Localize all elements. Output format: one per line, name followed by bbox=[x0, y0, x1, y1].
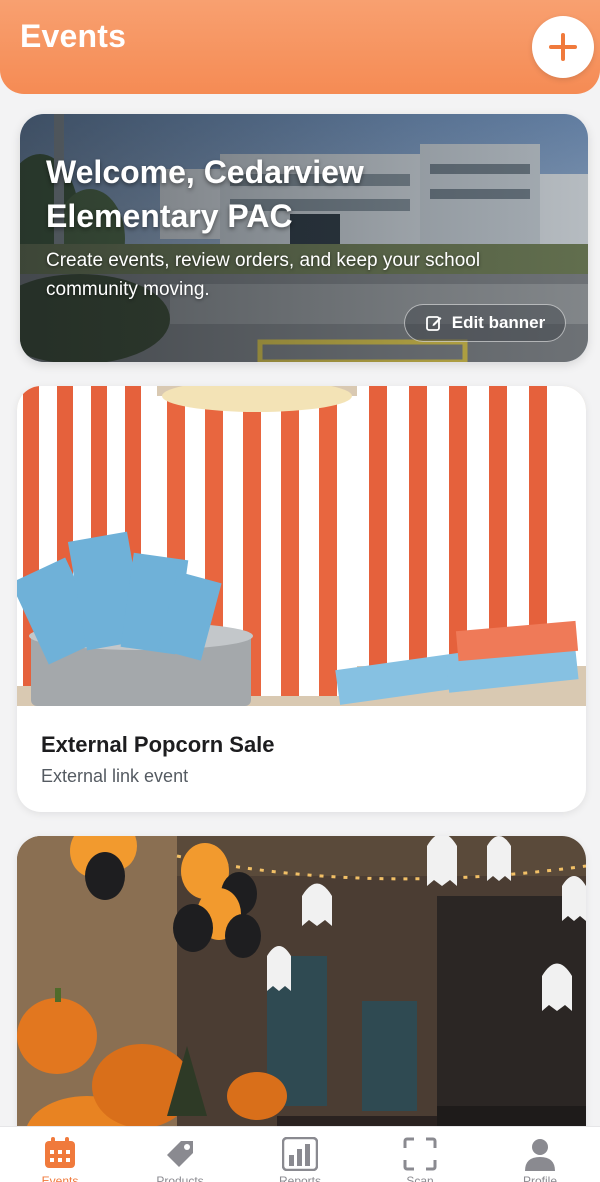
bar-chart-icon bbox=[282, 1137, 318, 1171]
nav-label-scan: Scan bbox=[406, 1174, 434, 1182]
nav-item-events[interactable]: Events bbox=[0, 1127, 120, 1182]
nav-item-reports[interactable]: Reports bbox=[240, 1127, 360, 1182]
nav-label-products: Products bbox=[156, 1174, 204, 1182]
person-icon bbox=[525, 1139, 555, 1171]
popcorn-tickets-photo bbox=[17, 386, 586, 706]
banner-subtitle: Create events, review orders, and keep y… bbox=[46, 250, 481, 300]
add-event-button[interactable] bbox=[532, 16, 594, 78]
tag-icon bbox=[167, 1141, 193, 1167]
event-card[interactable] bbox=[17, 836, 586, 1166]
welcome-banner: Welcome, Cedarview Elementary PAC Create… bbox=[20, 114, 588, 362]
nav-item-profile[interactable]: Profile bbox=[480, 1127, 600, 1182]
nav-label-profile: Profile bbox=[522, 1174, 557, 1182]
nav-label-reports: Reports bbox=[278, 1174, 322, 1182]
edit-banner-label: Edit banner bbox=[451, 313, 546, 332]
banner-title: Welcome, Cedarview Elementary PAC bbox=[46, 154, 364, 234]
nav-item-products[interactable]: Products bbox=[120, 1127, 240, 1182]
bottom-nav: Events Products Reports Scan Profile bbox=[0, 1126, 600, 1182]
plus-icon bbox=[549, 33, 577, 61]
nav-label-events: Events bbox=[41, 1174, 79, 1182]
event-subtitle: External link event bbox=[41, 766, 189, 786]
nav-item-scan[interactable]: Scan bbox=[360, 1127, 480, 1182]
event-card[interactable]: External Popcorn Sale External link even… bbox=[17, 386, 586, 812]
halloween-party-photo bbox=[17, 836, 586, 1166]
event-title: External Popcorn Sale bbox=[41, 732, 275, 757]
calendar-icon bbox=[45, 1137, 75, 1168]
edit-icon bbox=[425, 316, 442, 331]
page-title: Events bbox=[20, 18, 127, 54]
scan-icon bbox=[403, 1137, 437, 1171]
header-bar: Events bbox=[0, 0, 600, 94]
edit-banner-button[interactable]: Edit banner bbox=[404, 304, 566, 342]
